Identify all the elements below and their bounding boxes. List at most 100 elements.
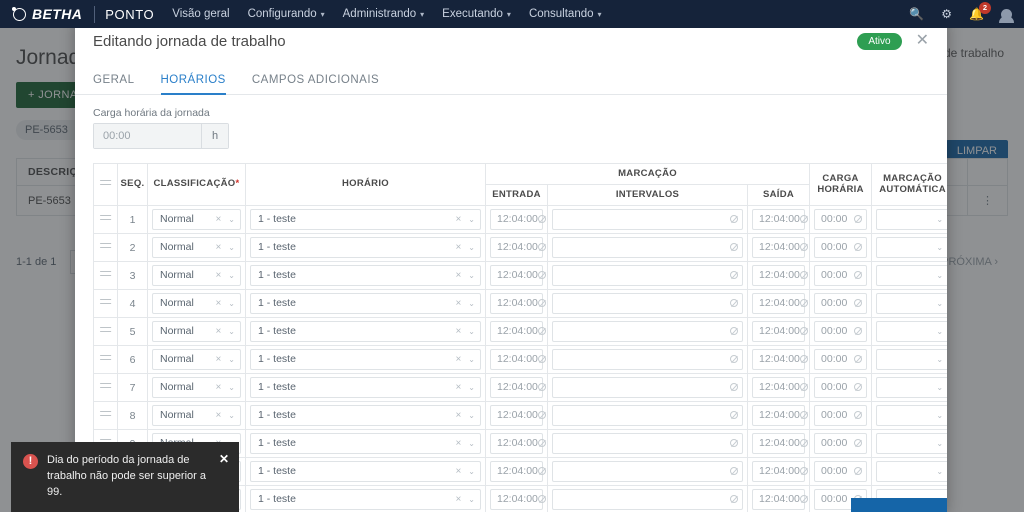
- chevron-down-icon[interactable]: ⌄: [936, 411, 943, 420]
- cell-saida[interactable]: 12:04:00: [746, 204, 811, 234]
- saida-input[interactable]: 12:04:00: [752, 208, 808, 230]
- cell-entrada[interactable]: 12:04:00: [485, 204, 548, 234]
- cell-carga-horaria[interactable]: 00:00: [809, 316, 873, 346]
- marcacao-automatica-select[interactable]: ⌄: [876, 404, 947, 426]
- chevron-down-icon[interactable]: ⌄: [936, 271, 943, 280]
- entrada-input[interactable]: 12:04:00: [490, 488, 546, 510]
- chevron-down-icon[interactable]: ⌄: [936, 439, 943, 448]
- search-icon[interactable]: 🔍: [909, 8, 924, 20]
- chevron-down-icon[interactable]: ⌄: [936, 215, 943, 224]
- user-avatar-icon[interactable]: [999, 8, 1014, 23]
- close-icon[interactable]: ✕: [916, 33, 929, 49]
- chevron-down-icon[interactable]: ⌄: [936, 299, 943, 308]
- clear-icon[interactable]: ×: [455, 298, 461, 309]
- cell-classificacao[interactable]: Normal × ⌄: [147, 400, 246, 430]
- cell-carga-horaria[interactable]: 00:00: [809, 288, 873, 318]
- chevron-down-icon[interactable]: ⌄: [228, 411, 235, 420]
- clear-icon[interactable]: ×: [215, 270, 221, 281]
- cell-entrada[interactable]: 12:04:00: [485, 316, 548, 346]
- carga-horaria-input[interactable]: 00:00: [94, 124, 201, 148]
- chevron-down-icon[interactable]: ⌄: [228, 271, 235, 280]
- chevron-down-icon[interactable]: ⌄: [228, 355, 235, 364]
- entrada-input[interactable]: 12:04:00: [490, 320, 546, 342]
- entrada-input[interactable]: 12:04:00: [490, 460, 546, 482]
- cell-entrada[interactable]: 12:04:00: [485, 288, 548, 318]
- cell-intervalos[interactable]: [547, 316, 748, 346]
- table-row[interactable]: 6 Normal × ⌄ 1 - teste × ⌄ 12:04:00 12:04:00 00:0…: [93, 344, 947, 374]
- cell-entrada[interactable]: 12:04:00: [485, 400, 548, 430]
- horario-select[interactable]: 1 - teste × ⌄: [250, 320, 481, 342]
- cell-saida[interactable]: 12:04:00: [746, 288, 811, 318]
- horario-select[interactable]: 1 - teste × ⌄: [250, 460, 481, 482]
- saida-input[interactable]: 12:04:00: [752, 376, 808, 398]
- chevron-down-icon[interactable]: ⌄: [468, 355, 475, 364]
- saida-input[interactable]: 12:04:00: [752, 348, 808, 370]
- carga-horaria-row-input[interactable]: 00:00: [814, 348, 868, 370]
- classificacao-select[interactable]: Normal × ⌄: [152, 264, 241, 286]
- clear-icon[interactable]: ×: [455, 214, 461, 225]
- cell-horario[interactable]: 1 - teste × ⌄: [245, 372, 486, 402]
- cell-saida[interactable]: 12:04:00: [746, 316, 811, 346]
- modal-primary-button[interactable]: [851, 498, 947, 512]
- chevron-down-icon[interactable]: ⌄: [936, 243, 943, 252]
- cell-horario[interactable]: 1 - teste × ⌄: [245, 232, 486, 262]
- carga-horaria-row-input[interactable]: 00:00: [814, 432, 868, 454]
- drag-handle-icon[interactable]: [100, 296, 111, 307]
- horario-select[interactable]: 1 - teste × ⌄: [250, 348, 481, 370]
- nav-item-visao-geral[interactable]: Visão geral: [172, 8, 229, 20]
- marcacao-automatica-select[interactable]: ⌄: [876, 460, 947, 482]
- cell-horario[interactable]: 1 - teste × ⌄: [245, 260, 486, 290]
- cell-marcacao-automatica[interactable]: ⌄: [871, 288, 947, 318]
- intervalos-input[interactable]: [552, 348, 743, 370]
- table-row[interactable]: 5 Normal × ⌄ 1 - teste × ⌄ 12:04:00 12:04:00 00:0…: [93, 316, 947, 346]
- classificacao-select[interactable]: Normal × ⌄: [152, 348, 241, 370]
- clear-icon[interactable]: ×: [455, 270, 461, 281]
- carga-horaria-row-input[interactable]: 00:00: [814, 236, 868, 258]
- chevron-down-icon[interactable]: ⌄: [228, 299, 235, 308]
- nav-item-configurando[interactable]: Configurando ▾: [248, 8, 325, 20]
- marcacao-automatica-select[interactable]: ⌄: [876, 376, 947, 398]
- clear-icon[interactable]: ×: [455, 438, 461, 449]
- chevron-down-icon[interactable]: ⌄: [468, 243, 475, 252]
- cell-intervalos[interactable]: [547, 204, 748, 234]
- classificacao-select[interactable]: Normal × ⌄: [152, 236, 241, 258]
- intervalos-input[interactable]: [552, 460, 743, 482]
- horario-select[interactable]: 1 - teste × ⌄: [250, 264, 481, 286]
- marcacao-automatica-select[interactable]: ⌄: [876, 432, 947, 454]
- table-row[interactable]: 3 Normal × ⌄ 1 - teste × ⌄ 12:04:00 12:04:00 00:0…: [93, 260, 947, 290]
- cell-classificacao[interactable]: Normal × ⌄: [147, 260, 246, 290]
- entrada-input[interactable]: 12:04:00: [490, 292, 546, 314]
- cell-marcacao-automatica[interactable]: ⌄: [871, 232, 947, 262]
- cell-classificacao[interactable]: Normal × ⌄: [147, 232, 246, 262]
- classificacao-select[interactable]: Normal × ⌄: [152, 208, 241, 230]
- cell-classificacao[interactable]: Normal × ⌄: [147, 344, 246, 374]
- cell-entrada[interactable]: 12:04:00: [485, 456, 548, 486]
- intervalos-input[interactable]: [552, 432, 743, 454]
- close-icon[interactable]: ✕: [219, 453, 229, 501]
- chevron-down-icon[interactable]: ⌄: [936, 327, 943, 336]
- intervalos-input[interactable]: [552, 404, 743, 426]
- clear-icon[interactable]: ×: [455, 382, 461, 393]
- intervalos-input[interactable]: [552, 236, 743, 258]
- entrada-input[interactable]: 12:04:00: [490, 208, 546, 230]
- horario-select[interactable]: 1 - teste × ⌄: [250, 292, 481, 314]
- clear-icon[interactable]: ×: [215, 242, 221, 253]
- chevron-down-icon[interactable]: ⌄: [468, 467, 475, 476]
- carga-horaria-row-input[interactable]: 00:00: [814, 404, 868, 426]
- saida-input[interactable]: 12:04:00: [752, 236, 808, 258]
- cell-intervalos[interactable]: [547, 456, 748, 486]
- row-drag-handle[interactable]: [93, 232, 118, 262]
- cell-classificacao[interactable]: Normal × ⌄: [147, 288, 246, 318]
- cell-marcacao-automatica[interactable]: ⌄: [871, 372, 947, 402]
- chevron-down-icon[interactable]: ⌄: [228, 383, 235, 392]
- cell-classificacao[interactable]: Normal × ⌄: [147, 372, 246, 402]
- chevron-down-icon[interactable]: ⌄: [468, 383, 475, 392]
- marcacao-automatica-select[interactable]: ⌄: [876, 292, 947, 314]
- drag-handle-icon[interactable]: [100, 352, 111, 363]
- cell-carga-horaria[interactable]: 00:00: [809, 204, 873, 234]
- horario-select[interactable]: 1 - teste × ⌄: [250, 488, 481, 510]
- chevron-down-icon[interactable]: ⌄: [228, 215, 235, 224]
- chevron-down-icon[interactable]: ⌄: [468, 439, 475, 448]
- cell-horario[interactable]: 1 - teste × ⌄: [245, 456, 486, 486]
- carga-horaria-row-input[interactable]: 00:00: [814, 376, 868, 398]
